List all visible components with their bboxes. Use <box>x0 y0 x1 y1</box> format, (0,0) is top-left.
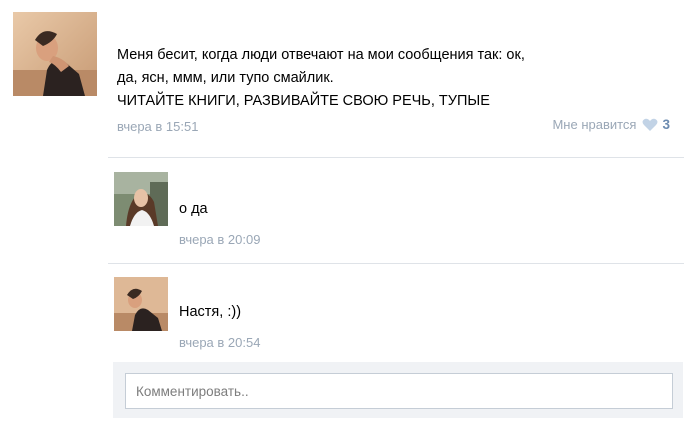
heart-icon <box>642 118 658 131</box>
comment-text: о да <box>179 201 208 217</box>
avatar-photo-icon <box>13 12 97 96</box>
avatar-photo-icon <box>114 172 168 226</box>
post-timestamp[interactable]: вчера в 15:51 <box>117 119 198 134</box>
comment-timestamp[interactable]: вчера в 20:09 <box>179 232 260 247</box>
wall-post: Меня бесит, когда люди отвечают на мои с… <box>0 0 700 437</box>
comment-text: Настя, :)) <box>179 304 242 320</box>
like-count: 3 <box>662 117 670 132</box>
comment-box-area <box>113 362 683 418</box>
post-text-line: да, ясн, ммм, или тупо смайлик. <box>117 70 334 86</box>
avatar-photo-icon <box>114 277 168 331</box>
comment-timestamp[interactable]: вчера в 20:54 <box>179 335 260 350</box>
comment-author-avatar[interactable] <box>114 172 168 226</box>
post-text: Меня бесит, когда люди отвечают на мои с… <box>117 44 677 113</box>
like-label: Мне нравится <box>552 117 637 132</box>
comment-author-avatar[interactable] <box>114 277 168 331</box>
divider <box>108 263 684 264</box>
comment-item: Настя, :)) вчера в 20:54 <box>108 277 684 357</box>
like-button[interactable]: Мне нравится 3 <box>552 117 670 132</box>
comment-item: о да вчера в 20:09 <box>108 172 684 252</box>
divider <box>108 157 684 158</box>
post-text-line: Меня бесит, когда люди отвечают на мои с… <box>117 47 525 63</box>
post-author-avatar[interactable] <box>13 12 97 96</box>
comment-input[interactable] <box>125 373 673 409</box>
post-text-line: ЧИТАЙТЕ КНИГИ, РАЗВИВАЙТЕ СВОЮ РЕЧЬ, ТУП… <box>117 93 490 109</box>
